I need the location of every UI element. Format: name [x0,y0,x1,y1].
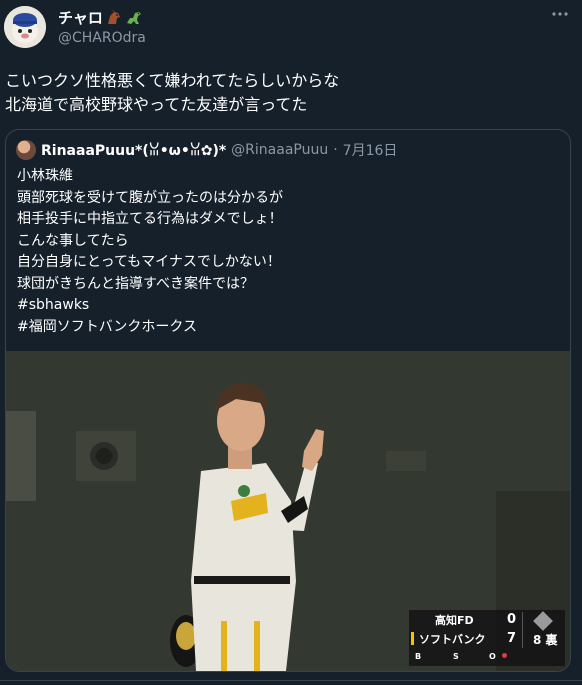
quoted-tweet[interactable]: RinaaaPuuu*(ꈍ•ω•ꈍ✿)* @RinaaaPuuu · 7月16日… [5,129,571,672]
quoted-line: 相手投手に中指立てる行為はダメでしょ！ [17,211,283,227]
tweet-divider [0,680,582,681]
more-dots-icon[interactable] [550,4,570,24]
bases-diamond-icon [533,611,553,631]
quoted-line: 小林珠維 [17,168,73,184]
out-indicator [502,653,507,658]
scoreboard-team1: 高知FD [435,614,474,627]
scoreboard-overlay: 高知FD 0 ソフトバンク 7 8 裏 B S O [409,610,565,666]
scoreboard-divider [522,612,523,648]
quoted-line: 自分自身にとってもマイナスでしかない！ [17,254,281,270]
ball-count-label: B [415,652,422,661]
scoreboard-score1: 0 [507,612,517,627]
author-name-row[interactable]: チャロ [58,7,143,28]
tweet-text: こいつクソ性格悪くて嫌われてたらしいからな 北海道で高校野球やってた友達が言って… [5,71,340,114]
hashtag-link[interactable]: #sbhawks [17,295,557,317]
scoreboard-inning: 8 裏 [533,633,558,647]
dinosaur-icon [126,11,141,24]
author-handle[interactable]: @CHAROdra [58,30,146,46]
out-count-label: O [489,652,496,661]
quoted-author-name: RinaaaPuuu*(ꈍ•ω•ꈍ✿)* [41,143,227,159]
attached-photo[interactable]: 高知FD 0 ソフトバンク 7 8 裏 B S O [6,351,570,671]
tweet: チャロ @CHAROdra こいつクソ性格悪くて嫌われてたらしいからな 北海道で… [0,0,582,685]
author-display-name[interactable]: チャロ [58,7,103,28]
quoted-line: こんな事してたら [17,232,129,249]
quoted-line: 頭部死球を受けて腹が立ったのは分かるが [17,189,283,206]
quoted-separator: · [333,142,338,158]
hashtag-link[interactable]: #福岡ソフトバンクホークス [17,317,557,339]
scoreboard-team2: ソフトバンク [419,633,486,646]
quoted-tweet-text: 小林珠維 頭部死球を受けて腹が立ったのは分かるが 相手投手に中指立てる行為はダメ… [17,166,557,338]
horse-icon [107,9,120,24]
quoted-date: 7月16日 [342,143,398,159]
author-avatar-image [4,6,46,48]
quoted-author-avatar [16,140,36,160]
strike-count-label: S [453,652,459,661]
scoreboard-score2: 7 [507,631,517,646]
quoted-tweet-header: RinaaaPuuu*(ꈍ•ω•ꈍ✿)* @RinaaaPuuu · 7月16日 [16,140,397,160]
author-avatar[interactable] [4,6,46,48]
quoted-line: 球団がきちんと指導すべき案件では？ [17,275,255,292]
quoted-author-handle: @RinaaaPuuu [231,142,329,158]
batting-team-indicator [411,632,414,645]
